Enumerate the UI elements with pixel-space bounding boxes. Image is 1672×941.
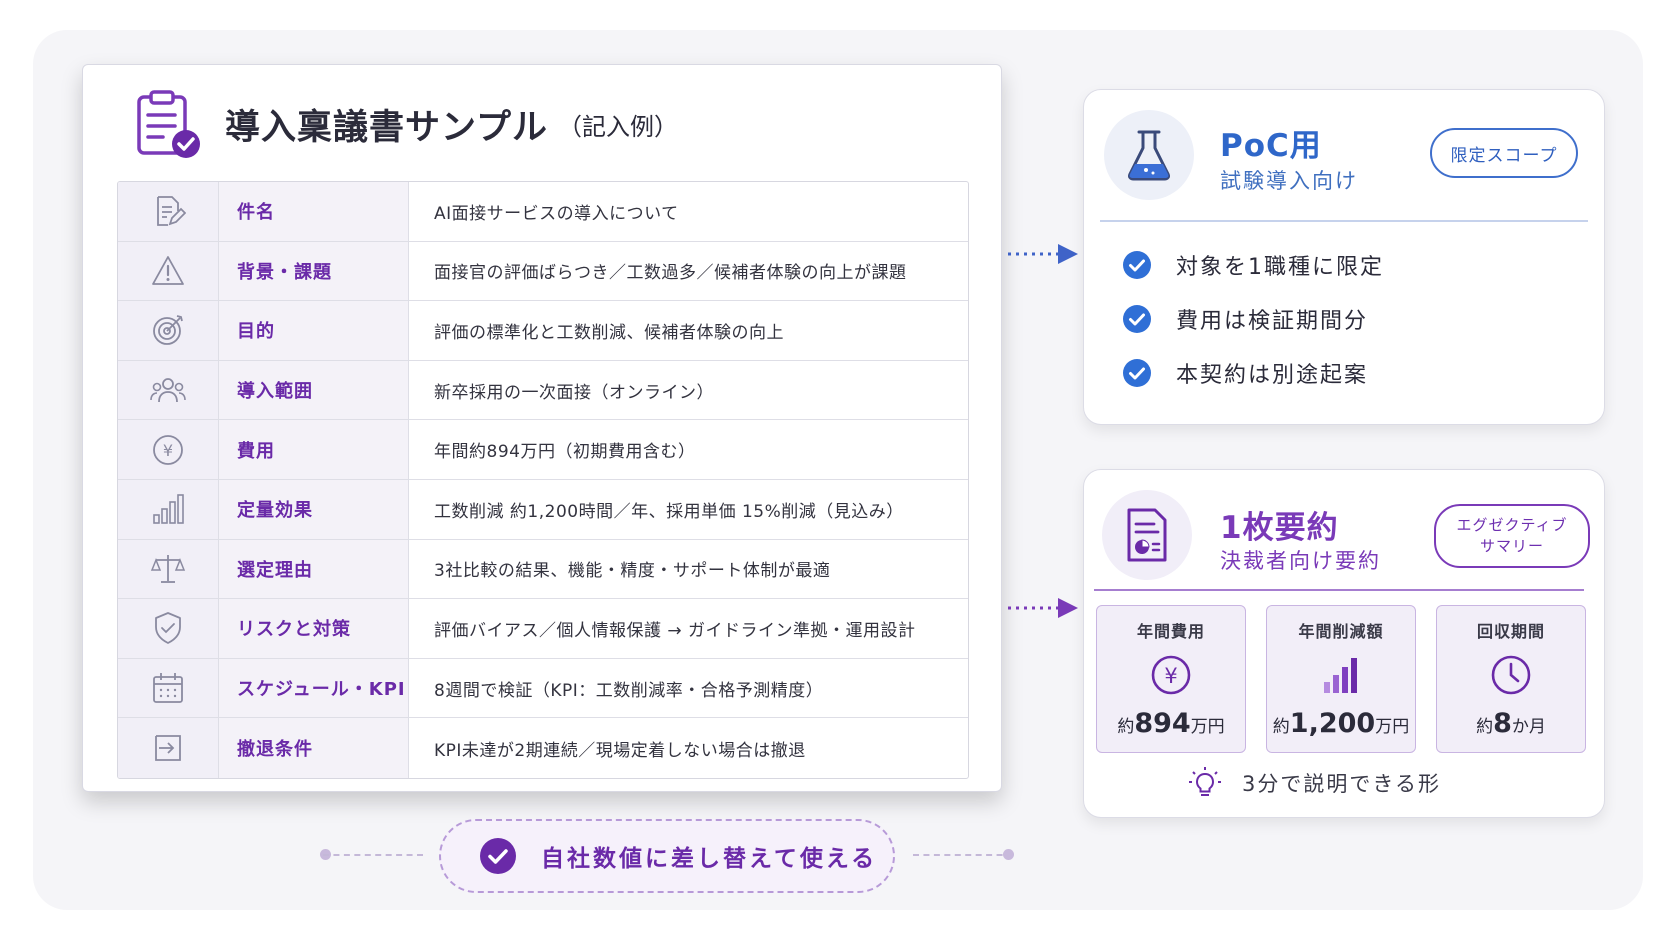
metric-annual-cost: 年間費用 ¥ 約894万円 [1096,605,1246,753]
bar-chart-icon [1324,658,1357,693]
summary-title: 1枚要約 [1220,510,1339,546]
row-label: リスクと対策 [219,599,409,658]
metric-label: 年間費用 [1136,622,1205,641]
row-label: 目的 [219,301,409,360]
document-title-note: （記入例） [557,112,678,141]
cta-dash-left [323,854,423,856]
cta-label: 自社数値に差し替えて使える [541,846,878,872]
check-circle-icon [480,838,516,874]
row-label: 定量効果 [219,479,409,539]
badge-line-1: エグゼクティブ [1456,516,1568,534]
list-item: 費用は検証期間分 [1122,292,1384,346]
cta-dash-right [913,854,1013,856]
poc-check-list: 対象を1職種に限定 費用は検証期間分 本契約は別途起案 [1122,238,1384,400]
document-title: 導入稟議書サンプル [225,107,548,148]
metric-label: 回収期間 [1476,622,1545,641]
table-row: リスクと対策 評価バイアス／個人情報保護 → ガイドライン準拠・運用設計 [118,599,968,659]
target-icon [118,301,219,360]
summary-subtitle: 決裁者向け要約 [1220,549,1381,573]
summary-card: 1枚要約 決裁者向け要約 エグゼクティブ サマリー 年間費用 ¥ 約894万円 … [1083,469,1605,818]
calendar-icon [118,658,219,718]
lightbulb-icon [1189,767,1221,796]
poc-title: PoC用 [1220,128,1322,164]
table-row: スケジュール・KPI 8週間で検証（KPI：工数削減率・合格予測精度） [118,658,968,719]
row-value: 評価バイアス／個人情報保護 → ガイドライン準拠・運用設計 [434,620,916,641]
table-row: 撤退条件 KPI未達が2期連続／現場定着しない場合は撤退 [118,718,968,778]
clock-icon [1491,655,1531,695]
report-icon [1102,490,1192,580]
metric-label: 年間削減額 [1298,622,1384,641]
people-icon [118,360,219,420]
row-label: スケジュール・KPI [219,658,409,718]
row-label: 選定理由 [219,539,409,599]
check-text: 本契約は別途起案 [1176,363,1369,388]
exit-icon [118,718,219,778]
metrics-row: 年間費用 ¥ 約894万円 年間削減額 約1,200万円 回収期間 約8か月 [1096,605,1586,753]
row-label: 件名 [219,182,409,241]
row-value: KPI未達が2期連続／現場定着しない場合は撤退 [434,740,806,761]
ringi-table: 件名 AI面接サービスの導入について 背景・課題 面接官の評価ばらつき／工数過多… [117,181,969,779]
summary-tip: 3分で説明できる形 [1188,766,1441,800]
list-item: 本契約は別途起案 [1122,346,1384,400]
list-item: 対象を1職種に限定 [1122,238,1384,292]
replace-numbers-cta[interactable]: 自社数値に差し替えて使える [439,819,895,893]
row-label: 背景・課題 [219,241,409,301]
row-value: 評価の標準化と工数削減、候補者体験の向上 [434,322,784,343]
table-row: 背景・課題 面接官の評価ばらつき／工数過多／候補者体験の向上が課題 [118,241,968,302]
poc-card: PoC用 試験導入向け 限定スコープ 対象を1職種に限定 費用は検証期間分 本契… [1083,89,1605,425]
edit-document-icon [118,182,219,241]
metric-annual-savings: 年間削減額 約1,200万円 [1266,605,1416,753]
cta-dot-right [1003,849,1014,860]
row-value: 新卒採用の一次面接（オンライン） [434,382,714,403]
limited-scope-badge: 限定スコープ [1430,128,1578,178]
arrow-to-summary-icon [1008,598,1078,618]
check-text: 対象を1職種に限定 [1176,255,1384,280]
poc-subtitle: 試験導入向け [1220,169,1358,193]
flask-icon [1104,110,1194,200]
table-row: 導入範囲 新卒採用の一次面接（オンライン） [118,360,968,421]
table-row: 件名 AI面接サービスの導入について [118,182,968,242]
metric-payback-period: 回収期間 約8か月 [1436,605,1586,753]
ringi-document-card: 導入稟議書サンプル （記入例） 件名 AI面接サービスの導入について 背景・課題… [82,64,1002,792]
shield-check-icon [118,599,219,658]
bar-chart-icon [118,479,219,539]
row-value: 8週間で検証（KPI：工数削減率・合格予測精度） [434,680,824,701]
summary-divider [1094,589,1584,591]
metric-value: 約1,200万円 [1272,708,1410,739]
yen-icon: ¥ [1151,655,1191,695]
executive-summary-badge: エグゼクティブ サマリー [1434,504,1590,568]
check-text: 費用は検証期間分 [1176,309,1369,334]
check-circle-icon [1123,359,1151,387]
row-value: 面接官の評価ばらつき／工数過多／候補者体験の向上が課題 [434,263,907,284]
row-value: 3社比較の結果、機能・精度・サポート体制が最適 [434,561,831,582]
row-value: AI面接サービスの導入について [434,203,679,224]
poc-divider [1100,220,1588,222]
check-circle-icon [1123,251,1151,279]
row-value: 年間約894万円（初期費用含む） [434,442,696,463]
badge-line-2: サマリー [1479,537,1544,555]
table-row: ¥ 費用 年間約894万円（初期費用含む） [118,420,968,480]
tip-text: 3分で説明できる形 [1242,772,1441,796]
yen-icon: ¥ [118,420,219,479]
table-row: 定量効果 工数削減 約1,200時間／年、採用単価 15%削減（見込み） [118,479,968,540]
svg-text:¥: ¥ [163,441,173,460]
scale-icon [118,539,219,599]
clipboard-check-icon [135,89,201,159]
table-row: 目的 評価の標準化と工数削減、候補者体験の向上 [118,301,968,361]
check-circle-icon [1123,305,1151,333]
svg-text:¥: ¥ [1164,664,1177,688]
row-label: 費用 [219,420,409,479]
metric-value: 約894万円 [1117,708,1225,739]
row-label: 撤退条件 [219,718,409,778]
table-row: 選定理由 3社比較の結果、機能・精度・サポート体制が最適 [118,539,968,600]
warning-icon [118,241,219,301]
row-label: 導入範囲 [219,360,409,420]
document-header: 導入稟議書サンプル （記入例） [135,89,678,159]
arrow-to-poc-icon [1008,244,1078,264]
row-value: 工数削減 約1,200時間／年、採用単価 15%削減（見込み） [434,501,904,522]
metric-value: 約8か月 [1476,708,1546,739]
